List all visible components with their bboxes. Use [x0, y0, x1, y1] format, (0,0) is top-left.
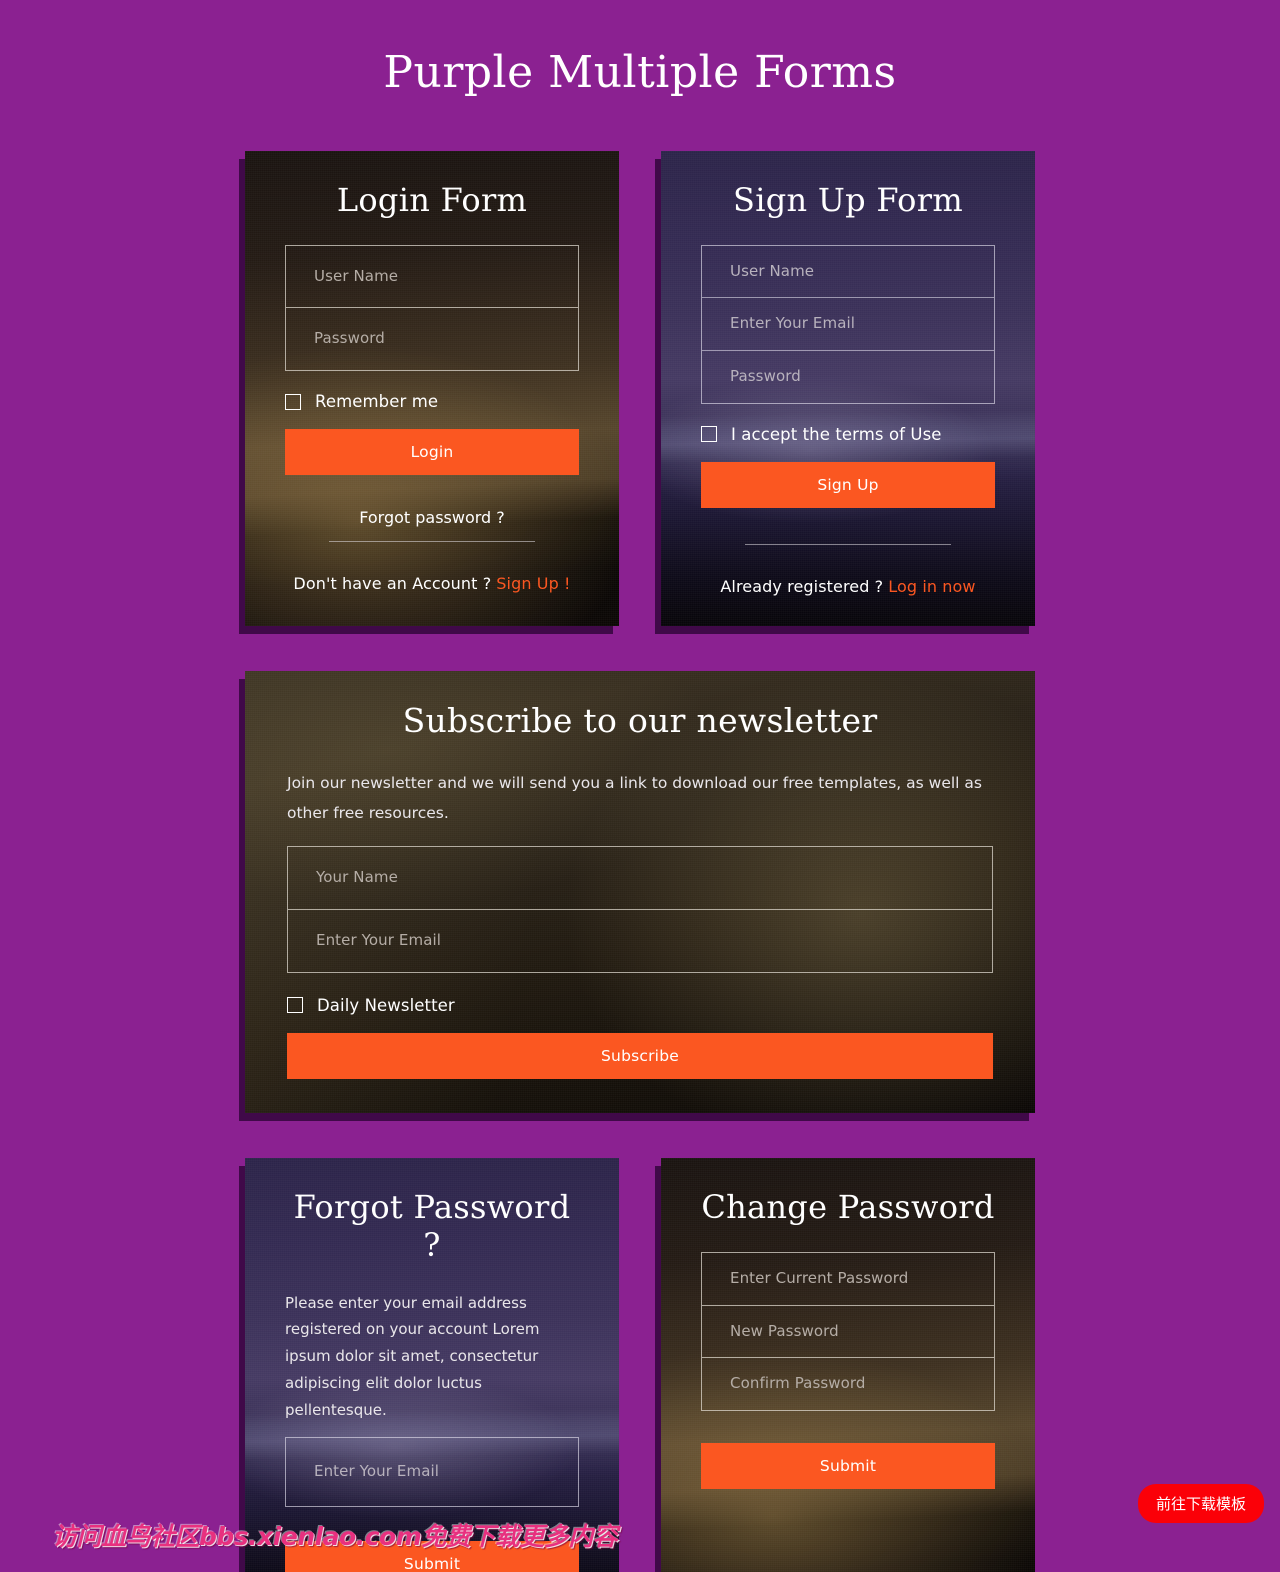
daily-newsletter-label: Daily Newsletter	[317, 995, 455, 1015]
signup-input-group: User Name Enter Your Email Password	[701, 244, 995, 404]
login-footer-signup-link[interactable]: Sign Up !	[496, 574, 570, 593]
signup-email-placeholder: Enter Your Email	[730, 314, 856, 333]
forgot-password-card: Forgot Password ? Please enter your emai…	[245, 1157, 619, 1572]
forgot-password-title: Forgot Password ?	[293, 1187, 571, 1264]
new-password-field[interactable]: New Password	[702, 1306, 994, 1359]
current-password-placeholder: Enter Current Password	[730, 1268, 909, 1287]
change-password-title: Change Password	[701, 1187, 995, 1226]
new-password-placeholder: New Password	[730, 1321, 839, 1340]
login-footer-text: Don't have an Account ?	[293, 574, 492, 594]
login-password-placeholder: Password	[314, 329, 385, 348]
login-divider	[329, 541, 535, 543]
remember-me-row[interactable]: Remember me	[285, 392, 579, 411]
remember-me-label: Remember me	[315, 392, 439, 412]
forgot-input-group: Enter Your Email	[285, 1437, 579, 1507]
accept-terms-row[interactable]: I accept the terms of Use	[701, 425, 995, 444]
accept-terms-checkbox[interactable]	[701, 426, 717, 443]
accept-terms-label: I accept the terms of Use	[731, 424, 942, 444]
login-button[interactable]: Login	[285, 429, 579, 476]
login-username-placeholder: User Name	[314, 266, 399, 285]
watermark-text: 访问血鸟社区bbs.xienlao.com免费下载更多内容	[52, 1522, 618, 1551]
newsletter-email-placeholder: Enter Your Email	[316, 931, 442, 950]
confirm-password-placeholder: Confirm Password	[730, 1374, 866, 1393]
newsletter-description: Join our newsletter and we will send you…	[287, 773, 982, 823]
login-form-title: Login Form	[336, 180, 528, 219]
newsletter-email-field[interactable]: Enter Your Email	[288, 910, 992, 972]
signup-footer: Already registered ? Log in now	[701, 577, 995, 596]
newsletter-name-field[interactable]: Your Name	[288, 847, 992, 911]
signup-button[interactable]: Sign Up	[701, 461, 995, 508]
signup-form-card: Sign Up Form User Name Enter Your Email …	[661, 150, 1035, 626]
login-password-field[interactable]: Password	[286, 308, 578, 370]
remember-me-checkbox[interactable]	[285, 393, 301, 410]
signup-form-title: Sign Up Form	[732, 180, 963, 219]
login-input-group: User Name Password	[285, 244, 579, 372]
signup-password-placeholder: Password	[730, 367, 801, 386]
forgot-email-field[interactable]: Enter Your Email	[286, 1438, 578, 1506]
forms-row-3: Forgot Password ? Please enter your emai…	[245, 1157, 1035, 1572]
daily-newsletter-row[interactable]: Daily Newsletter	[287, 996, 993, 1015]
newsletter-form-card: Subscribe to our newsletter Join our new…	[245, 670, 1035, 1113]
login-username-field[interactable]: User Name	[286, 246, 578, 309]
change-password-input-group: Enter Current Password New Password Conf…	[701, 1251, 995, 1412]
signup-footer-text: Already registered ?	[720, 576, 884, 596]
change-password-card: Change Password Enter Current Password N…	[661, 1157, 1035, 1572]
forgot-password-link[interactable]: Forgot password ?	[285, 508, 579, 527]
change-password-submit-button[interactable]: Submit	[701, 1443, 995, 1490]
newsletter-title: Subscribe to our newsletter	[402, 700, 878, 740]
forgot-password-description: Please enter your email address register…	[285, 1293, 540, 1419]
signup-divider	[745, 543, 951, 545]
forms-grid: Login Form User Name Password Remember m…	[245, 150, 1035, 1572]
signup-username-field[interactable]: User Name	[702, 246, 994, 299]
forgot-email-placeholder: Enter Your Email	[314, 1462, 440, 1481]
newsletter-input-group: Your Name Enter Your Email	[287, 846, 993, 973]
forms-row-2: Subscribe to our newsletter Join our new…	[245, 670, 1035, 1113]
signup-username-placeholder: User Name	[730, 261, 815, 280]
signup-email-field[interactable]: Enter Your Email	[702, 298, 994, 352]
confirm-password-field[interactable]: Confirm Password	[702, 1358, 994, 1410]
signup-footer-login-link[interactable]: Log in now	[888, 577, 975, 596]
forms-row-1: Login Form User Name Password Remember m…	[245, 150, 1035, 626]
daily-newsletter-checkbox[interactable]	[287, 997, 303, 1014]
login-footer: Don't have an Account ? Sign Up !	[285, 574, 579, 593]
download-template-button[interactable]: 前往下载模板	[1137, 1484, 1264, 1523]
newsletter-name-placeholder: Your Name	[316, 868, 398, 887]
login-form-card: Login Form User Name Password Remember m…	[245, 150, 619, 626]
subscribe-button[interactable]: Subscribe	[287, 1032, 993, 1079]
page-title: Purple Multiple Forms	[383, 47, 897, 98]
current-password-field[interactable]: Enter Current Password	[702, 1253, 994, 1306]
signup-password-field[interactable]: Password	[702, 351, 994, 403]
